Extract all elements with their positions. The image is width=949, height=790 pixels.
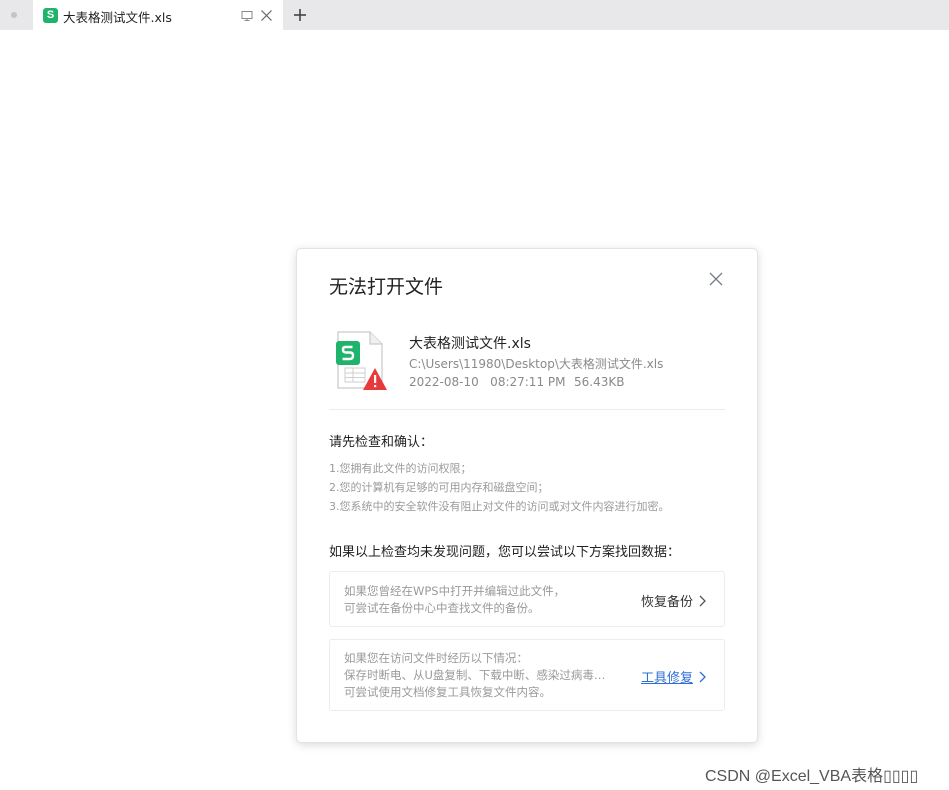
repair-tool-label: 工具修复 [640, 671, 693, 686]
cannot-open-file-dialog: 无法打开文件 大表格测试文件.xls C:\Users\11980\Deskto… [297, 249, 757, 742]
chevron-right-icon [699, 671, 706, 682]
dialog-title: 无法打开文件 [329, 276, 444, 298]
file-path: C:\Users\11980\Desktop\大表格测试文件.xls [409, 357, 664, 371]
watermark: CSDN @Excel_VBA表格▯▯▯▯ [705, 768, 919, 785]
tab-title: 大表格测试文件.xls [63, 10, 172, 25]
option-text: 如果您在访问文件时经历以下情况： [344, 651, 528, 665]
divider [329, 409, 725, 410]
new-tab-plus-icon[interactable] [292, 7, 308, 23]
option-text: 保存时断电、从U盘复制、下载中断、感染过病毒… [344, 668, 606, 682]
option-text: 可尝试在备份中心中查找文件的备份。 [344, 601, 540, 615]
monitor-icon[interactable] [241, 10, 253, 22]
repair-tool-button[interactable]: 工具修复 [641, 667, 706, 686]
check-heading: 请先检查和确认： [329, 435, 434, 450]
restore-backup-button[interactable]: 恢复备份 [641, 591, 706, 610]
option-text: 可尝试使用文档修复工具恢复文件内容。 [344, 685, 551, 699]
tab-close-icon[interactable] [260, 9, 273, 22]
restore-backup-label: 恢复备份 [640, 595, 693, 610]
tab-bar: S 大表格测试文件.xls [0, 0, 949, 30]
home-button[interactable] [0, 0, 30, 30]
corrupted-spreadsheet-file-icon [336, 331, 387, 390]
restore-backup-option: 如果您曾经在WPS中打开并编辑过此文件， 可尝试在备份中心中查找文件的备份。 恢… [329, 571, 725, 627]
check-item: 1.您拥有此文件的访问权限； [329, 462, 472, 475]
option-text: 如果您曾经在WPS中打开并编辑过此文件， [344, 584, 566, 598]
spreadsheet-app-icon: S [43, 8, 58, 23]
home-dot-icon [11, 12, 17, 18]
file-datetime: 2022-08-10 08:27:11 PM [409, 375, 566, 389]
repair-tool-option: 如果您在访问文件时经历以下情况： 保存时断电、从U盘复制、下载中断、感染过病毒…… [329, 639, 725, 711]
check-item: 3.您系统中的安全软件没有阻止对文件的访问或对文件内容进行加密。 [329, 500, 670, 513]
document-tab[interactable]: S 大表格测试文件.xls [33, 0, 283, 30]
recovery-heading: 如果以上检查均未发现问题，您可以尝试以下方案找回数据： [329, 545, 681, 560]
check-item: 2.您的计算机有足够的可用内存和磁盘空间； [329, 481, 549, 494]
file-size: 56.43KB [574, 375, 625, 389]
chevron-right-icon [699, 595, 706, 606]
close-icon[interactable] [708, 271, 724, 287]
file-name: 大表格测试文件.xls [409, 336, 531, 352]
